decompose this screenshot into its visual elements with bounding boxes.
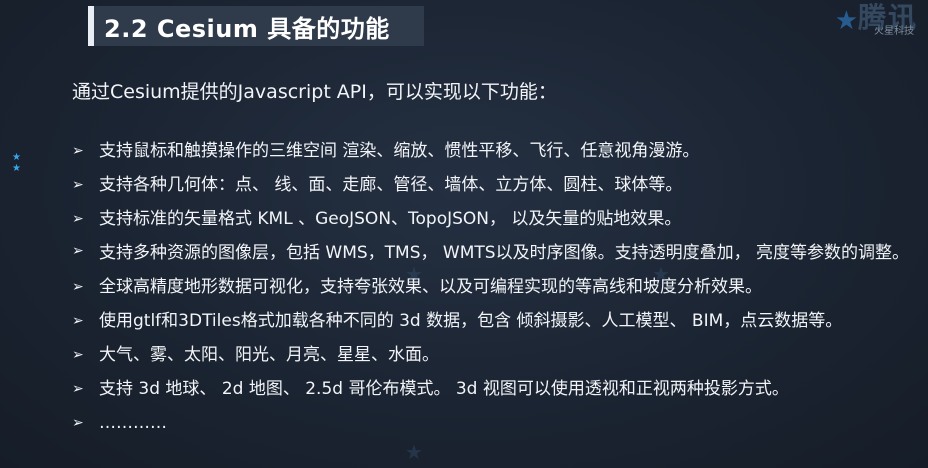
arrow-bullet-icon: ➢: [72, 313, 84, 329]
list-item-text: 支持标准的矢量格式 KML 、GeoJSON、TopoJSON， 以及矢量的贴地…: [99, 209, 682, 229]
list-item: ➢ 全球高精度地形数据可视化，支持夸张效果、以及可编程实现的等高线和坡度分析效果。: [72, 270, 912, 304]
list-item: ➢ …………: [72, 406, 912, 440]
arrow-bullet-icon: ➢: [72, 211, 84, 227]
list-item-text: 支持多种资源的图像层，包括 WMS，TMS， WMTS以及时序图像。支持透明度叠…: [99, 243, 909, 263]
list-item-text: …………: [99, 413, 167, 433]
list-item: ➢ 支持多种资源的图像层，包括 WMS，TMS， WMTS以及时序图像。支持透明度…: [72, 236, 912, 270]
arrow-bullet-icon: ➢: [72, 143, 84, 159]
feature-list: ➢ 支持鼠标和触摸操作的三维空间 渲染、缩放、惯性平移、飞行、任意视角漫游。 ➢ 支…: [72, 134, 912, 440]
list-item-text: 支持 3d 地球、 2d 地图、 2.5d 哥伦布模式。 3d 视图可以使用透视…: [99, 379, 789, 399]
corner-watermark: ★ 腾讯 火星科技: [818, 0, 928, 46]
list-item-text: 支持鼠标和触摸操作的三维空间 渲染、缩放、惯性平移、飞行、任意视角漫游。: [99, 141, 700, 161]
arrow-bullet-icon: ➢: [72, 279, 84, 295]
slide-title: 2.2 Cesium 具备的功能: [104, 14, 390, 43]
list-item-text: 大气、雾、太阳、阳光、月亮、星星、水面。: [99, 345, 439, 365]
faint-star-logo-icon: ★: [652, 262, 670, 286]
list-item: ➢ 支持 3d 地球、 2d 地图、 2.5d 哥伦布模式。 3d 视图可以使用透…: [72, 372, 912, 406]
arrow-bullet-icon: ➢: [72, 177, 84, 193]
decorative-stars-icon: ★ ★: [12, 152, 21, 174]
arrow-bullet-icon: ➢: [72, 381, 84, 397]
star-logo-icon: ★: [834, 6, 858, 36]
arrow-bullet-icon: ➢: [72, 347, 84, 363]
list-item: ➢ 支持鼠标和触摸操作的三维空间 渲染、缩放、惯性平移、飞行、任意视角漫游。: [72, 134, 912, 168]
watermark-sub: 火星科技: [874, 26, 914, 37]
faint-star-logo-icon: ★: [405, 440, 423, 464]
arrow-bullet-icon: ➢: [72, 243, 84, 259]
list-item: ➢ 支持标准的矢量格式 KML 、GeoJSON、TopoJSON， 以及矢量的贴…: [72, 202, 912, 236]
intro-text: 通过Cesium提供的Javascript API，可以实现以下功能：: [72, 81, 557, 103]
slide-title-bar: 2.2 Cesium 具备的功能: [88, 6, 424, 46]
faint-star-logo-icon: ★: [405, 262, 423, 286]
arrow-bullet-icon: ➢: [72, 415, 84, 431]
list-item: ➢ 支持各种几何体：点、 线、面、走廊、管径、墙体、立方体、圆柱、球体等。: [72, 168, 912, 202]
list-item-text: 支持各种几何体：点、 线、面、走廊、管径、墙体、立方体、圆柱、球体等。: [99, 175, 683, 195]
list-item-text: 使用gtlf和3DTiles格式加载各种不同的 3d 数据，包含 倾斜摄影、人工…: [99, 311, 843, 331]
list-item: ➢ 大气、雾、太阳、阳光、月亮、星星、水面。: [72, 338, 912, 372]
list-item: ➢ 使用gtlf和3DTiles格式加载各种不同的 3d 数据，包含 倾斜摄影、人…: [72, 304, 912, 338]
